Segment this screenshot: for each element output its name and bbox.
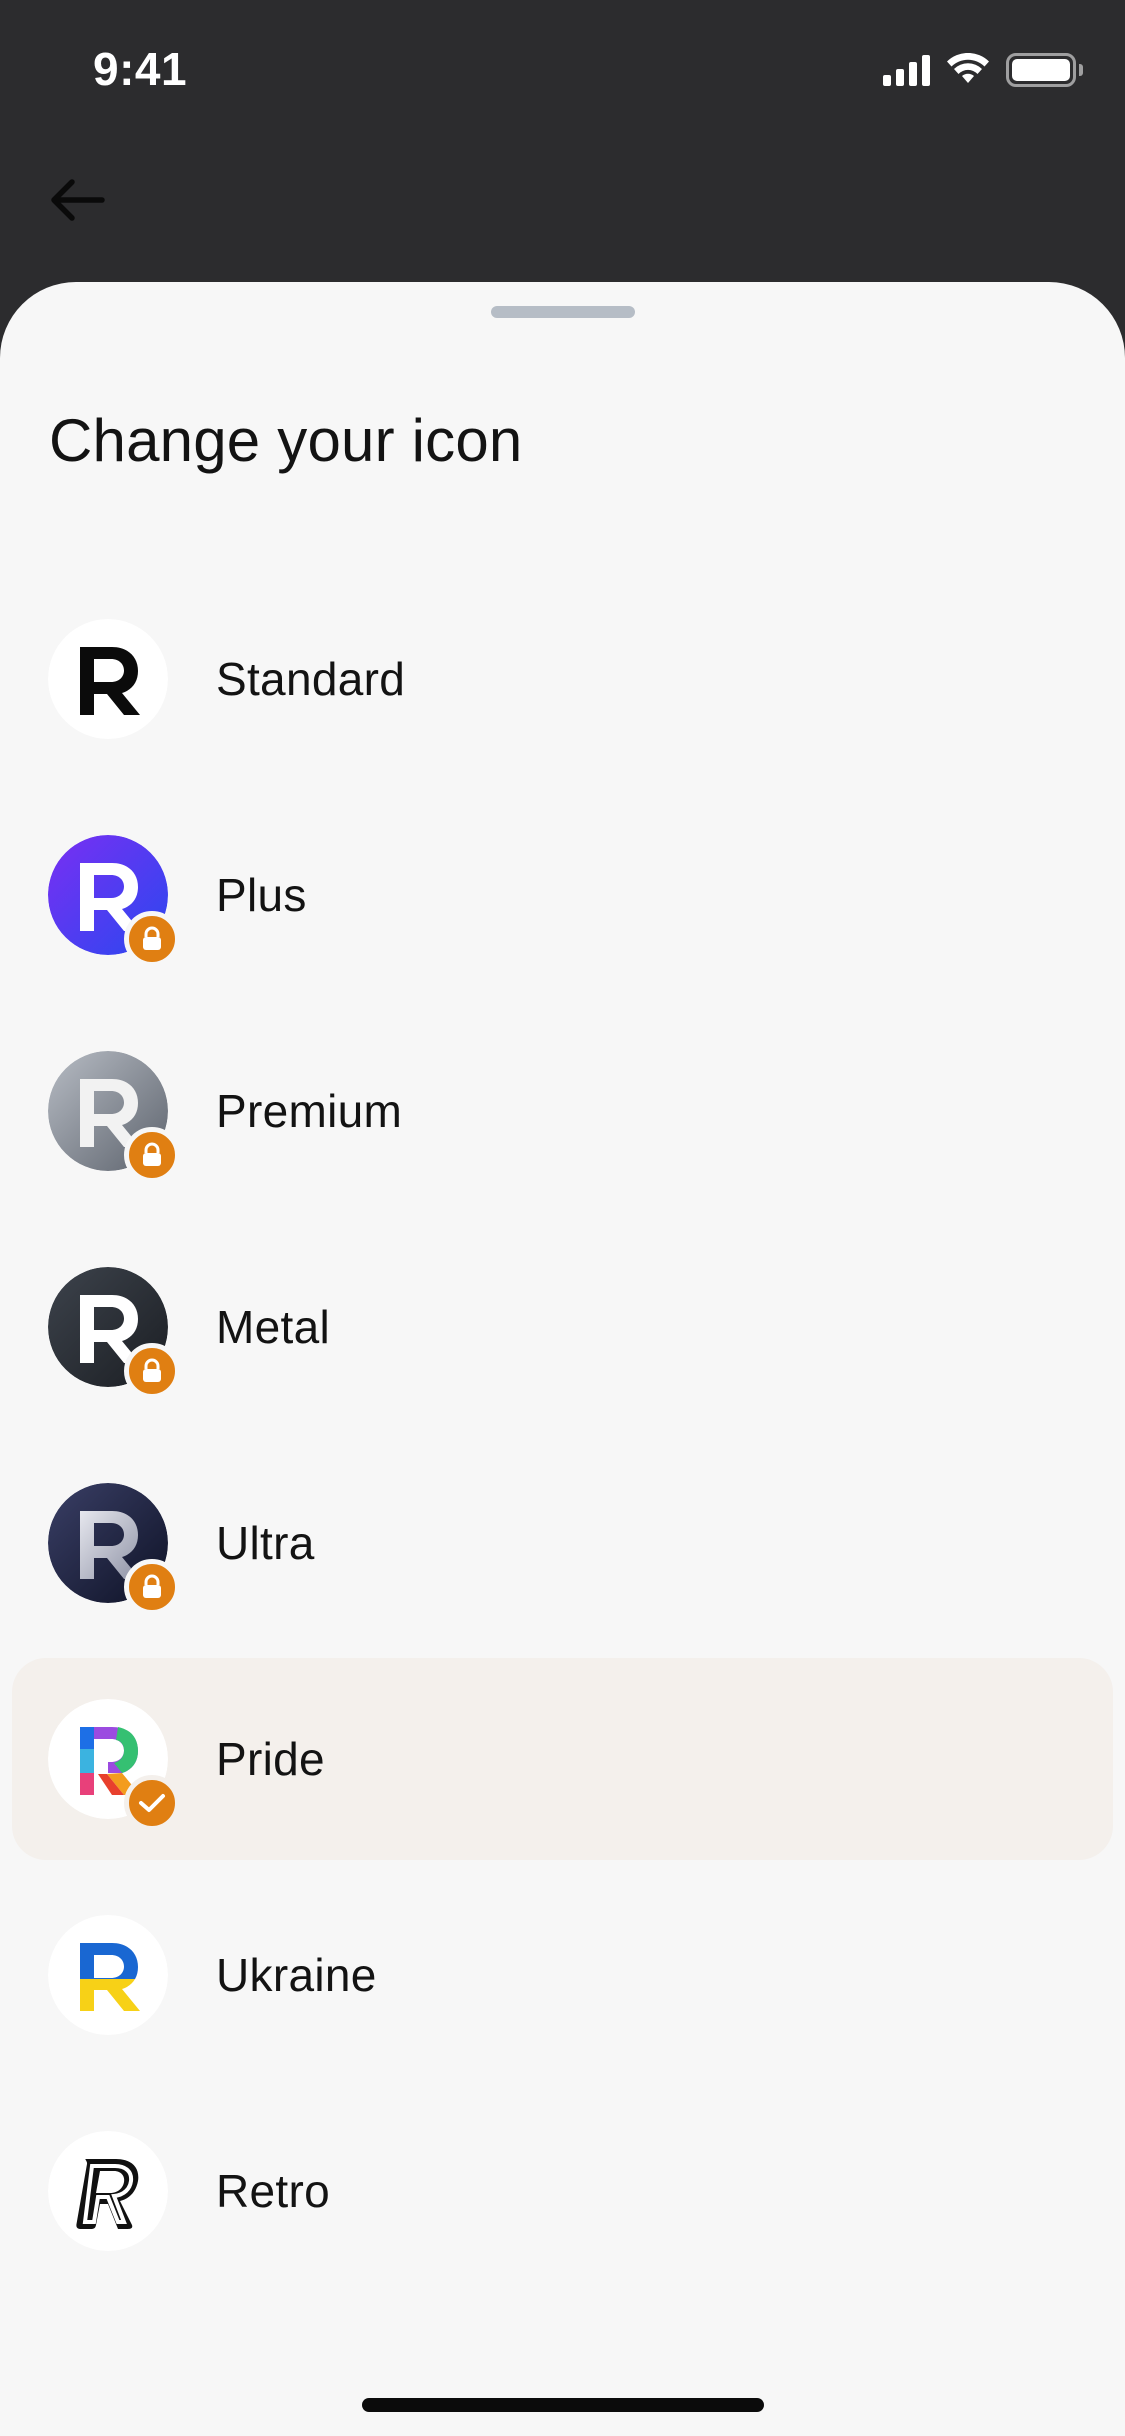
icon-option-label: Premium <box>216 1085 403 1137</box>
ultra-icon <box>48 1483 180 1615</box>
status-bar: 9:41 <box>0 0 1125 140</box>
icon-option-label: Plus <box>216 869 307 921</box>
icon-option-ultra[interactable]: Ultra <box>12 1442 1113 1644</box>
icon-option-label: Standard <box>216 653 406 705</box>
status-icons <box>883 50 1083 90</box>
bottom-sheet: Change your icon Standard Plus Premium M… <box>0 282 1125 2436</box>
lock-badge <box>124 1559 180 1615</box>
icon-option-pride[interactable]: Pride <box>12 1658 1113 1860</box>
icon-option-premium[interactable]: Premium <box>12 1010 1113 1212</box>
lock-icon <box>143 1574 161 1598</box>
icon-option-label: Ukraine <box>216 1949 377 2001</box>
wifi-icon <box>947 53 989 83</box>
lock-icon <box>143 1142 161 1166</box>
lock-badge <box>124 1343 180 1399</box>
selected-badge <box>124 1775 180 1831</box>
icon-option-standard[interactable]: Standard <box>12 578 1113 780</box>
ukraine-icon <box>48 1915 168 2035</box>
premium-icon <box>48 1051 180 1183</box>
battery-icon <box>1006 53 1083 87</box>
back-button[interactable] <box>36 160 116 240</box>
metal-icon <box>48 1267 180 1399</box>
arrow-left-icon <box>51 179 105 221</box>
pride-icon <box>48 1699 180 1831</box>
lock-icon <box>143 926 161 950</box>
lock-icon <box>143 1358 161 1382</box>
icon-option-label: Pride <box>216 1733 325 1785</box>
retro-icon <box>48 2131 168 2251</box>
home-indicator[interactable] <box>362 2398 764 2412</box>
icon-option-ukraine[interactable]: Ukraine <box>12 1874 1113 2076</box>
page-title: Change your icon <box>49 407 523 474</box>
lock-badge <box>124 911 180 967</box>
icon-option-plus[interactable]: Plus <box>12 794 1113 996</box>
icon-option-label: Retro <box>216 2165 330 2217</box>
sheet-grabber[interactable] <box>491 306 635 318</box>
standard-icon <box>48 619 168 739</box>
icon-option-metal[interactable]: Metal <box>12 1226 1113 1428</box>
cellular-signal-icon <box>883 54 930 86</box>
checkmark-icon <box>139 1794 165 1812</box>
status-time: 9:41 <box>93 43 188 95</box>
icon-option-label: Metal <box>216 1301 330 1353</box>
lock-badge <box>124 1127 180 1183</box>
plus-icon <box>48 835 180 967</box>
icon-option-label: Ultra <box>216 1517 315 1569</box>
icon-option-retro[interactable]: Retro <box>12 2090 1113 2292</box>
